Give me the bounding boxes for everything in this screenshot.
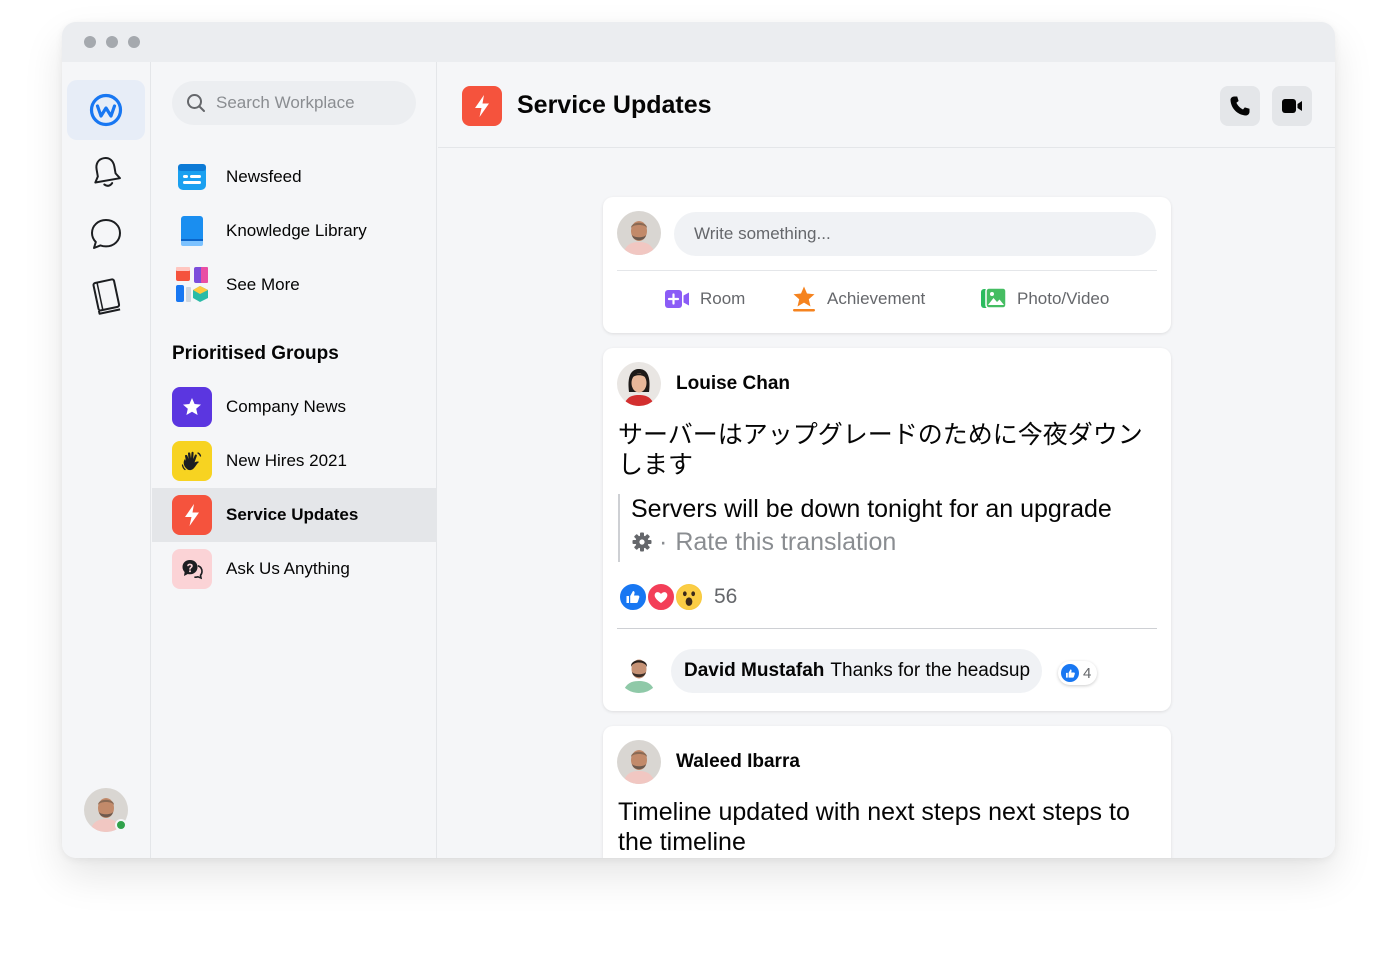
audio-call-button[interactable] xyxy=(1220,86,1260,126)
nav-label: Knowledge Library xyxy=(226,221,367,240)
achievement-label: Achievement xyxy=(827,289,926,308)
divider xyxy=(617,628,1157,629)
search-input[interactable] xyxy=(216,93,406,113)
achievement-star-icon xyxy=(793,286,815,312)
photo-gallery-icon xyxy=(981,287,1007,309)
photo-video-button[interactable]: Photo/Video xyxy=(980,285,1109,313)
video-call-button[interactable] xyxy=(1272,86,1312,126)
notifications-button[interactable] xyxy=(67,142,145,202)
search-box[interactable] xyxy=(172,81,416,125)
group-label: Ask Us Anything xyxy=(226,559,350,578)
online-status-dot xyxy=(115,819,127,831)
comment-text: Thanks for the headsup xyxy=(830,660,1031,681)
video-camera-icon xyxy=(1282,99,1302,113)
room-button[interactable]: Room xyxy=(664,285,745,313)
post-author[interactable]: Louise Chan xyxy=(676,373,790,395)
group-item-ask-us-anything[interactable]: Ask Us Anything xyxy=(152,542,437,596)
translation-block: Servers will be down tonight for an upgr… xyxy=(618,494,1158,562)
phone-icon xyxy=(1230,96,1250,116)
nav-label: See More xyxy=(226,275,300,294)
question-chat-icon xyxy=(172,549,212,589)
profile-avatar[interactable] xyxy=(84,788,128,832)
post-card: Waleed Ibarra Timeline updated with next… xyxy=(603,726,1171,858)
comment-reactions[interactable]: 4 xyxy=(1058,661,1098,685)
author-avatar[interactable] xyxy=(617,362,661,406)
bell-icon xyxy=(94,157,121,187)
app-window: Newsfeed Knowledge Library xyxy=(62,22,1335,858)
group-item-company-news[interactable]: Company News xyxy=(152,380,437,434)
nav-label: Newsfeed xyxy=(226,167,302,186)
room-label: Room xyxy=(700,289,746,308)
love-reaction-icon xyxy=(646,582,676,612)
user-avatar-icon xyxy=(617,649,661,693)
group-feed: Service Updates Write something... Room … xyxy=(438,62,1335,858)
video-room-icon xyxy=(665,290,689,308)
like-reaction-icon xyxy=(618,582,648,612)
workplace-logo-icon xyxy=(89,93,123,127)
window-close-dot[interactable] xyxy=(84,36,96,48)
section-title: Prioritised Groups xyxy=(172,343,339,364)
achievement-button[interactable]: Achievement xyxy=(791,285,925,313)
nav-item-newsfeed[interactable]: Newsfeed xyxy=(152,150,437,204)
search-icon xyxy=(187,94,205,112)
post-card: Louise Chan サーバーはアップグレードのために今夜ダウンします Ser… xyxy=(603,348,1171,711)
star-icon xyxy=(172,387,212,427)
apps-icon xyxy=(172,265,212,305)
post-body: Timeline updated with next steps next st… xyxy=(618,798,1130,856)
commenter-avatar[interactable] xyxy=(617,649,661,693)
rate-translation-link[interactable]: · Rate this translation xyxy=(631,524,1158,560)
page-title: Service Updates xyxy=(517,91,712,119)
photo-video-label: Photo/Video xyxy=(1017,289,1110,308)
nav-item-see-more[interactable]: See More xyxy=(152,258,437,312)
comment-author[interactable]: David Mustafah xyxy=(684,660,824,682)
rate-translation-label: Rate this translation xyxy=(675,528,897,556)
reaction-count: 56 xyxy=(714,585,738,608)
divider xyxy=(617,270,1157,271)
title-bar xyxy=(62,22,1335,62)
post-author[interactable]: Waleed Ibarra xyxy=(676,751,800,773)
user-avatar-icon xyxy=(617,740,661,784)
comment-bubble[interactable]: David Mustafah Thanks for the headsup xyxy=(671,649,1043,693)
window-minimize-dot[interactable] xyxy=(106,36,118,48)
knowledge-button[interactable] xyxy=(67,266,145,326)
chats-button[interactable] xyxy=(67,204,145,264)
user-avatar-icon xyxy=(617,362,661,406)
window-zoom-dot[interactable] xyxy=(128,36,140,48)
user-avatar-icon xyxy=(617,211,661,255)
notebook-icon xyxy=(92,278,121,315)
workplace-home-button[interactable] xyxy=(67,80,145,140)
lightning-icon xyxy=(462,86,502,126)
lightning-icon xyxy=(172,495,212,535)
gear-icon xyxy=(632,532,652,552)
group-item-new-hires-2021[interactable]: New Hires 2021 xyxy=(152,434,437,488)
group-label: New Hires 2021 xyxy=(226,451,347,470)
icon-rail xyxy=(62,62,151,858)
navigation-panel: Newsfeed Knowledge Library xyxy=(152,62,437,858)
composer-avatar xyxy=(617,211,661,255)
newsfeed-icon xyxy=(172,157,212,197)
post-composer: Write something... Room Achievement Phot… xyxy=(603,197,1171,333)
translated-text: Servers will be down tonight for an upgr… xyxy=(631,495,1112,523)
like-reaction-icon xyxy=(1060,663,1080,683)
comment-like-count: 4 xyxy=(1083,664,1092,682)
group-item-service-updates[interactable]: Service Updates xyxy=(152,488,437,542)
group-label: Company News xyxy=(226,397,346,416)
waving-hand-icon xyxy=(172,441,212,481)
group-label: Service Updates xyxy=(226,505,359,524)
wow-reaction-icon xyxy=(674,582,704,612)
post-body: サーバーはアップグレードのために今夜ダウンします xyxy=(618,421,1143,479)
reaction-summary[interactable]: 56 xyxy=(618,581,737,613)
group-header: Service Updates xyxy=(438,62,1335,148)
nav-item-knowledge-library[interactable]: Knowledge Library xyxy=(152,204,437,258)
author-avatar[interactable] xyxy=(617,740,661,784)
chat-bubble-icon xyxy=(91,219,121,249)
composer-input[interactable]: Write something... xyxy=(674,212,1156,256)
book-icon xyxy=(172,211,212,251)
